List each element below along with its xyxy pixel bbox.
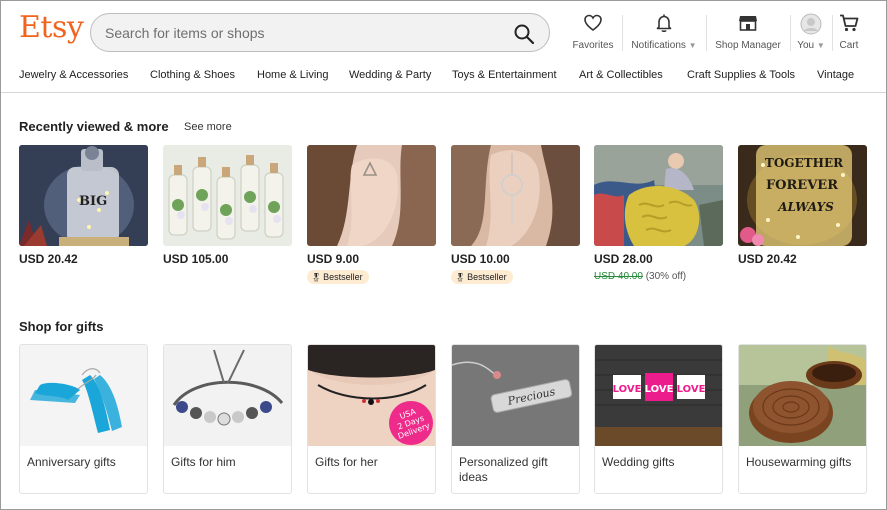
chevron-down-icon: ▼: [816, 41, 825, 50]
avatar: [793, 13, 829, 35]
search-input[interactable]: [105, 22, 505, 44]
nav-divider: [832, 15, 833, 51]
together-bottle-image: TOGETHER FOREVER ALWAYS: [738, 145, 867, 246]
shop-manager-button[interactable]: Shop Manager: [711, 13, 785, 55]
recently-viewed-title: Recently viewed & more: [19, 119, 169, 134]
award-icon: 🎖: [455, 273, 466, 282]
see-more-link[interactable]: See more: [184, 121, 232, 133]
notifications-label: Notifications: [631, 40, 686, 51]
gift-category-label: Wedding gifts: [602, 455, 675, 469]
you-button[interactable]: You ▼: [793, 13, 829, 55]
shop-for-gifts-title: Shop for gifts: [19, 319, 104, 334]
bottle-always-text: ALWAYS: [777, 200, 834, 214]
gift-category-housewarming[interactable]: Housewarming gifts: [738, 344, 867, 494]
etsy-page: Etsy Favorites Notifications ▼: [0, 0, 887, 510]
gift-category-label: Anniversary gifts: [27, 455, 116, 469]
chunky-blanket-image: [594, 145, 723, 246]
gift-category-wedding[interactable]: LOVE LOVE LOVE Wedding gifts: [594, 344, 723, 494]
cart-button[interactable]: Cart: [835, 13, 863, 55]
you-label: You: [797, 40, 815, 51]
item-price: USD 20.42: [19, 252, 78, 266]
gift-category-label: Personalized gift ideas: [459, 455, 548, 484]
recently-viewed-item[interactable]: TOGETHER FOREVER ALWAYS USD 20.42: [738, 145, 867, 266]
bestseller-badge: 🎖 Bestseller: [307, 270, 369, 284]
nav-divider: [622, 15, 623, 51]
item-price: USD 9.00: [307, 252, 360, 266]
chevron-down-icon: ▼: [688, 41, 697, 50]
bell-icon: [627, 13, 701, 35]
circle-earring-image: [451, 145, 580, 246]
category-home-living[interactable]: Home & Living: [257, 69, 329, 81]
discount-label: (30% off): [645, 271, 687, 282]
etsy-logo[interactable]: Etsy: [19, 10, 84, 45]
category-toys[interactable]: Toys & Entertainment: [452, 69, 557, 81]
love-text-2: LOVE: [645, 384, 674, 395]
category-craft[interactable]: Craft Supplies & Tools: [687, 69, 795, 81]
cart-label: Cart: [839, 40, 859, 51]
mini-bottles-image: [163, 145, 292, 246]
category-wedding-party[interactable]: Wedding & Party: [349, 69, 431, 81]
bestseller-label: Bestseller: [467, 272, 507, 282]
item-price: USD 28.00: [594, 252, 653, 266]
nav-divider: [706, 15, 707, 51]
bestseller-badge: 🎖 Bestseller: [451, 270, 513, 284]
bottle-together-text: TOGETHER: [765, 156, 844, 170]
bottle-lamp-image: BIG: [19, 145, 148, 246]
love-canvas-image: LOVE LOVE LOVE: [595, 345, 722, 446]
recently-viewed-item[interactable]: USD 10.00 🎖 Bestseller: [451, 145, 580, 285]
gift-category-anniversary[interactable]: Anniversary gifts: [19, 344, 148, 494]
triangle-earring-image: [307, 145, 436, 246]
recently-viewed-item[interactable]: USD 28.00 USD 40.00 (30% off): [594, 145, 723, 282]
category-jewelry[interactable]: Jewelry & Accessories: [19, 69, 128, 81]
bottle-forever-text: FOREVER: [766, 178, 838, 193]
original-price: USD 40.00: [594, 271, 643, 282]
recently-viewed-item[interactable]: BIG USD 20.42: [19, 145, 148, 266]
gift-category-label: Gifts for her: [315, 455, 378, 469]
search-icon[interactable]: [513, 23, 535, 45]
category-clothing[interactable]: Clothing & Shoes: [150, 69, 235, 81]
category-vintage[interactable]: Vintage: [817, 69, 854, 81]
item-price: USD 10.00: [451, 252, 510, 266]
shop-manager-label: Shop Manager: [715, 40, 781, 51]
nav-divider: [790, 15, 791, 51]
favorites-button[interactable]: Favorites: [569, 13, 617, 55]
gift-category-him[interactable]: Gifts for him: [163, 344, 292, 494]
precious-tag-image: Precious: [452, 345, 579, 446]
search-bar: [90, 13, 550, 52]
heart-icon: [569, 13, 617, 35]
tassel-earrings-image: [20, 345, 147, 446]
item-price: USD 20.42: [738, 252, 797, 266]
category-art[interactable]: Art & Collectibles: [579, 69, 663, 81]
gift-category-label: Gifts for him: [171, 455, 236, 469]
bestseller-label: Bestseller: [323, 272, 363, 282]
cart-icon: [835, 13, 863, 35]
item-price: USD 105.00: [163, 252, 229, 266]
love-text-1: LOVE: [613, 384, 642, 395]
love-text-3: LOVE: [677, 384, 706, 395]
site-header: Etsy Favorites Notifications ▼: [1, 1, 886, 93]
gift-category-label: Housewarming gifts: [746, 455, 852, 469]
award-icon: 🎖: [311, 273, 322, 282]
recently-viewed-item[interactable]: USD 105.00: [163, 145, 292, 266]
bottle-big-text: BIG: [79, 194, 107, 209]
choker-necklace-image: USA 2 Days Delivery: [308, 345, 435, 446]
notifications-button[interactable]: Notifications ▼: [627, 13, 701, 55]
shop-icon: [711, 13, 785, 35]
gift-category-personalized[interactable]: Precious Personalized gift ideas: [451, 344, 580, 494]
sale-info: USD 40.00 (30% off): [594, 271, 723, 282]
recently-viewed-item[interactable]: USD 9.00 🎖 Bestseller: [307, 145, 436, 285]
favorites-label: Favorites: [572, 40, 614, 51]
wooden-box-image: [739, 345, 866, 446]
bead-bracelet-image: [164, 345, 291, 446]
gift-category-her[interactable]: USA 2 Days Delivery Gifts for her: [307, 344, 436, 494]
